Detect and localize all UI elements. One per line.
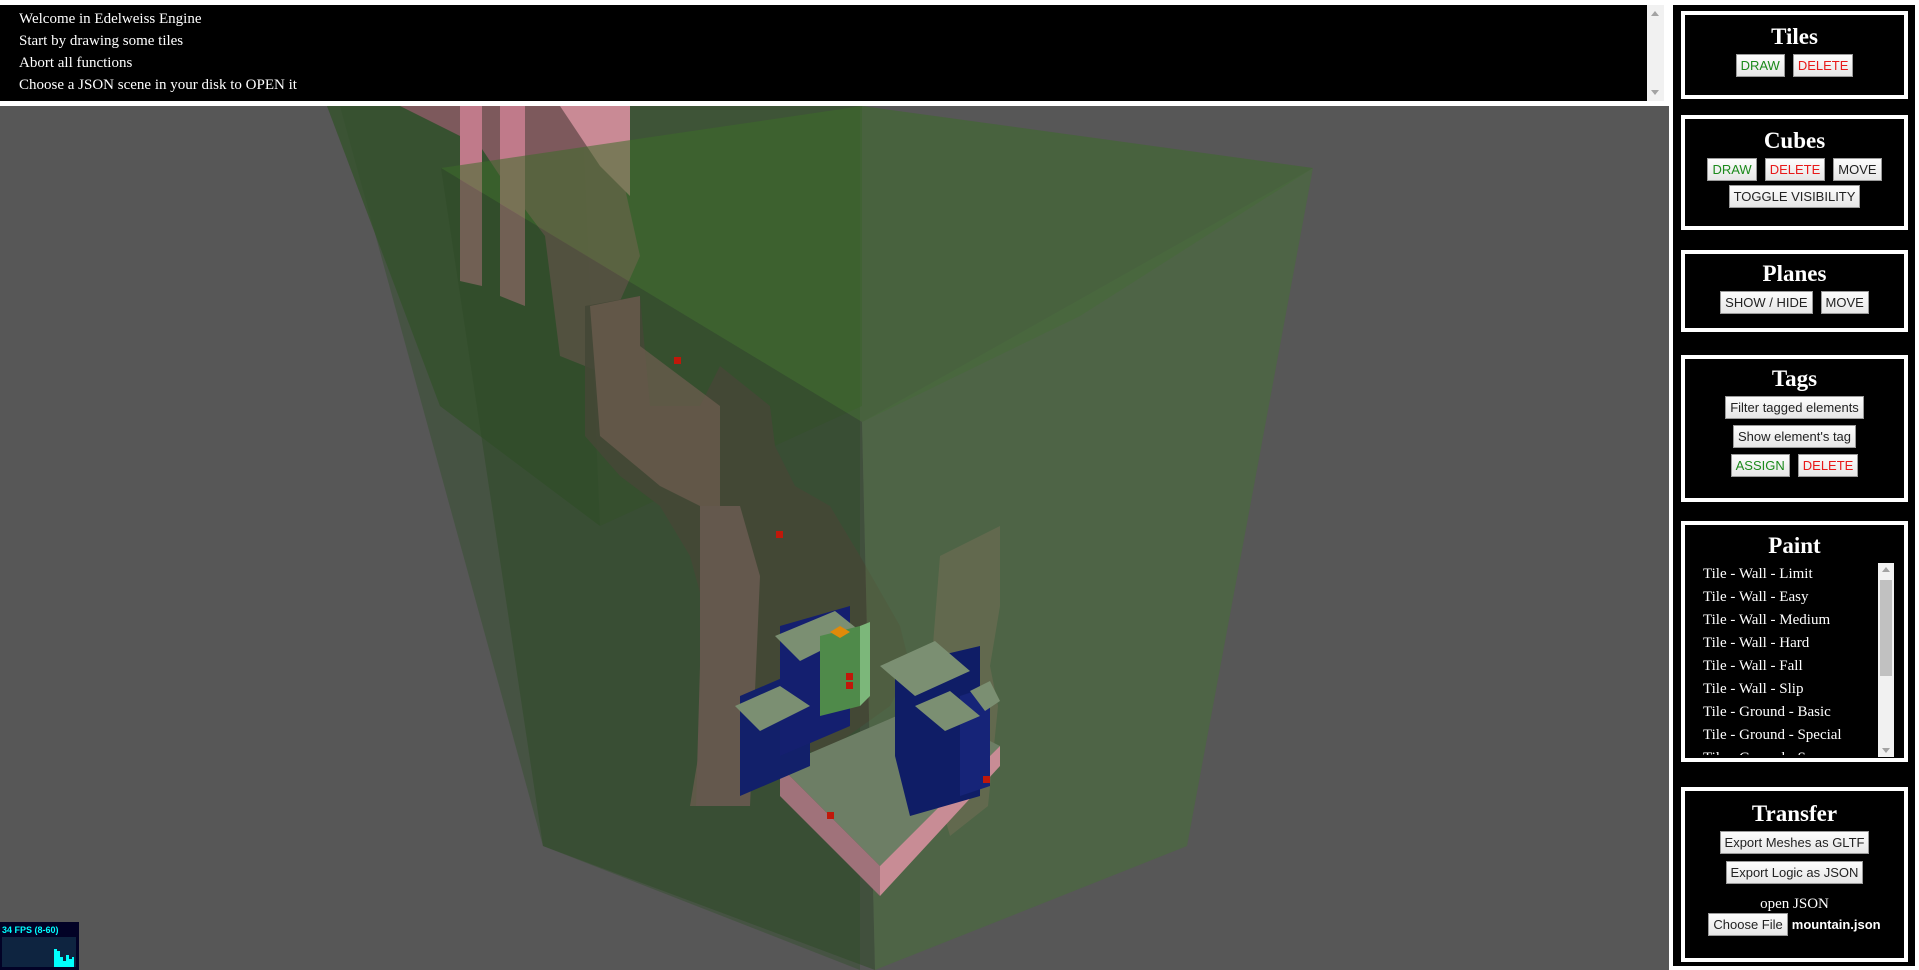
- tags-title: Tags: [1771, 366, 1818, 391]
- paint-item[interactable]: Tile - Ground - Special: [1703, 724, 1885, 747]
- cubes-move-button[interactable]: MOVE: [1833, 158, 1882, 181]
- 3d-viewport[interactable]: 34 FPS (8-60): [0, 106, 1669, 970]
- paint-item[interactable]: Tile - Wall - Slip: [1703, 678, 1885, 701]
- console-log: Welcome in Edelweiss Engine Start by dra…: [0, 5, 1664, 101]
- paint-scrollbar[interactable]: [1878, 563, 1894, 757]
- cubes-title: Cubes: [1763, 128, 1826, 153]
- planes-section: Planes SHOW / HIDE MOVE: [1681, 250, 1908, 332]
- tags-section: Tags Filter tagged elements Show element…: [1681, 355, 1908, 502]
- console-line: Welcome in Edelweiss Engine: [19, 11, 202, 27]
- paint-item[interactable]: Tile - Wall - Easy: [1703, 586, 1885, 609]
- tiles-draw-button[interactable]: DRAW: [1735, 54, 1785, 77]
- paint-scroll-thumb[interactable]: [1880, 580, 1892, 676]
- scene-render: [327, 106, 1313, 970]
- red-marker: [846, 673, 853, 680]
- cubes-delete-button[interactable]: DELETE: [1764, 158, 1826, 181]
- paint-item[interactable]: Tile - Wall - Fall: [1703, 655, 1885, 678]
- paint-section: Paint Tile - Wall - Limit Tile - Wall - …: [1681, 521, 1908, 762]
- tags-delete-button[interactable]: DELETE: [1797, 454, 1859, 477]
- green-block-light: [860, 622, 870, 706]
- cubes-draw-button[interactable]: DRAW: [1707, 158, 1757, 181]
- planes-title: Planes: [1762, 261, 1827, 286]
- console-text: Welcome in Edelweiss Engine Start by dra…: [19, 8, 1646, 101]
- console-line: Abort all functions: [19, 55, 133, 71]
- fps-graph: [2, 937, 76, 967]
- green-block: [820, 626, 860, 716]
- fps-label: 34 FPS (8-60): [2, 925, 59, 935]
- export-gltf-button[interactable]: Export Meshes as GLTF: [1719, 831, 1870, 854]
- scroll-down-arrow-icon[interactable]: [1882, 748, 1890, 753]
- red-marker: [674, 357, 681, 364]
- fps-counter: 34 FPS (8-60): [0, 922, 79, 970]
- console-scrollbar[interactable]: [1647, 5, 1664, 101]
- selected-file-name: mountain.json: [1791, 917, 1881, 932]
- tool-panel: Tiles DRAW DELETE Cubes DRAW DELETE MOVE…: [1673, 5, 1915, 966]
- filter-tagged-button[interactable]: Filter tagged elements: [1725, 396, 1864, 419]
- paint-item[interactable]: Tile - Ground - S: [1703, 747, 1885, 755]
- red-marker: [776, 531, 783, 538]
- transfer-title: Transfer: [1751, 801, 1838, 826]
- open-json-label: open JSON: [1760, 896, 1829, 912]
- planes-move-button[interactable]: MOVE: [1820, 291, 1869, 314]
- scroll-up-arrow-icon[interactable]: [1651, 11, 1659, 16]
- tiles-title: Tiles: [1771, 24, 1818, 49]
- paint-item[interactable]: Tile - Ground - Basic: [1703, 701, 1885, 724]
- console-line: Start by drawing some tiles: [19, 33, 184, 49]
- scroll-down-arrow-icon[interactable]: [1651, 90, 1659, 95]
- file-input[interactable]: Choose File mountain.json: [1685, 913, 1904, 936]
- red-marker: [983, 776, 990, 783]
- red-marker: [846, 682, 853, 689]
- tiles-section: Tiles DRAW DELETE: [1681, 11, 1908, 99]
- choose-file-button[interactable]: Choose File: [1708, 913, 1788, 936]
- tags-assign-button[interactable]: ASSIGN: [1730, 454, 1790, 477]
- red-marker: [827, 812, 834, 819]
- paint-item[interactable]: Tile - Wall - Limit: [1703, 563, 1885, 586]
- planes-show-hide-button[interactable]: SHOW / HIDE: [1720, 291, 1813, 314]
- console-line: Choose a JSON scene in your disk to OPEN…: [19, 77, 297, 93]
- cubes-section: Cubes DRAW DELETE MOVE TOGGLE VISIBILITY: [1681, 115, 1908, 230]
- paint-title: Paint: [1768, 533, 1821, 558]
- transfer-section: Transfer Export Meshes as GLTF Export Lo…: [1681, 787, 1908, 962]
- cubes-toggle-visibility-button[interactable]: TOGGLE VISIBILITY: [1728, 185, 1861, 208]
- tiles-delete-button[interactable]: DELETE: [1792, 54, 1854, 77]
- export-json-button[interactable]: Export Logic as JSON: [1725, 861, 1864, 884]
- paint-list[interactable]: Tile - Wall - Limit Tile - Wall - Easy T…: [1703, 563, 1885, 755]
- fps-graph-bars: [54, 949, 74, 967]
- paint-item[interactable]: Tile - Wall - Hard: [1703, 632, 1885, 655]
- scroll-up-arrow-icon[interactable]: [1882, 567, 1890, 572]
- show-tag-button[interactable]: Show element's tag: [1732, 425, 1857, 448]
- paint-item[interactable]: Tile - Wall - Medium: [1703, 609, 1885, 632]
